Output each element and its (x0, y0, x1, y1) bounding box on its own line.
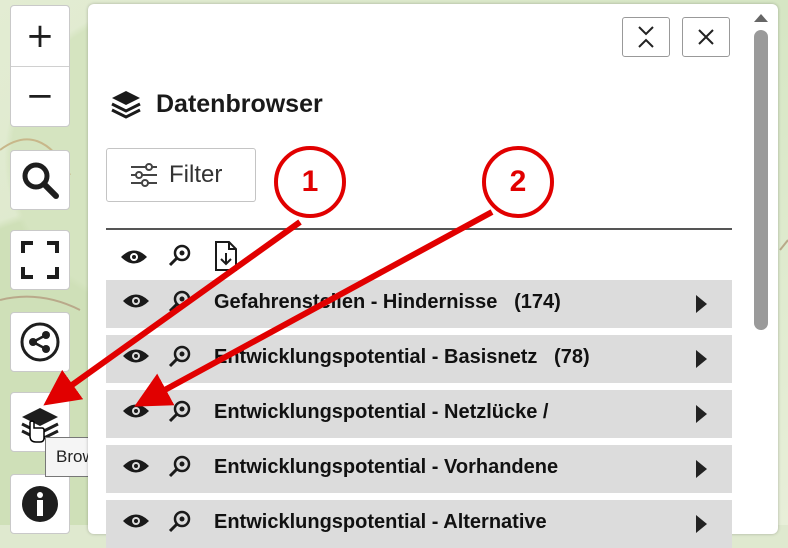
callout-1: 1 (274, 146, 346, 218)
callout-2: 2 (482, 146, 554, 218)
arrow-1 (43, 219, 302, 406)
annotation-arrows (43, 209, 494, 407)
arrow-2 (134, 209, 494, 407)
